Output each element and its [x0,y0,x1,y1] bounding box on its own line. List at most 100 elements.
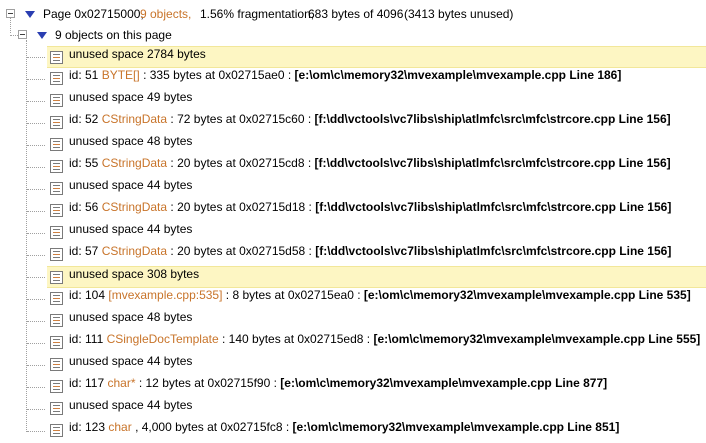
item-id: unused space 49 bytes [69,90,193,104]
tree-connector-line [27,277,45,278]
document-list-icon [50,182,63,195]
collapse-toggle-icon[interactable] [18,30,27,39]
document-list-icon [50,358,63,371]
item-id: id: 52 [69,112,99,126]
list-item[interactable]: id: 52 CStringData : 72 bytes at 0x02715… [47,112,706,134]
list-item[interactable]: id: 55 CStringData : 20 bytes at 0x02715… [47,156,706,178]
list-item-text: unused space 49 bytes [69,90,192,104]
list-item[interactable]: unused space 49 bytes [47,90,706,112]
tree-connector-line [27,167,45,168]
page-object-count: 9 objects, [140,7,192,21]
item-type: CStringData [101,156,168,170]
document-list-icon [50,271,63,284]
item-source-file: [e:\om\c\memory32\mvexample\mvexample.cp… [373,332,701,346]
document-list-icon [50,402,63,415]
group-label: 9 objects on this page [55,28,172,42]
list-item[interactable]: id: 104 [mvexample.cpp:535] : 8 bytes at… [47,288,706,310]
page-bytes: 683 bytes of 4096 [308,7,404,21]
list-item[interactable]: unused space 308 bytes [47,266,706,288]
list-item[interactable]: id: 51 BYTE[] : 335 bytes at 0x02715ae0 … [47,68,706,90]
item-type: CSingleDocTemplate [106,332,219,346]
item-type: CStringData [101,200,168,214]
tree-connector-line [27,57,45,58]
item-id: id: 57 [69,244,99,258]
list-item-text: unused space 44 bytes [69,354,192,368]
tree-connector-line [27,343,45,344]
list-item[interactable]: id: 111 CSingleDocTemplate : 140 bytes a… [47,332,706,354]
list-item-text: unused space 308 bytes [69,267,199,281]
document-list-icon [50,248,63,261]
document-list-icon [50,424,63,437]
tree-connector-line [27,233,45,234]
page-label: Page 0x02715000, [43,7,144,21]
tree-connector-line [27,189,45,190]
list-item[interactable]: unused space 44 bytes [47,354,706,376]
item-id: id: 111 [69,332,104,346]
tree-connector-line [27,365,45,366]
document-list-icon [50,336,63,349]
item-source-file: [f:\dd\vctools\vc7libs\ship\atlmfc\src\m… [314,112,671,126]
document-list-icon [50,160,63,173]
document-list-icon [50,226,63,239]
document-list-icon [50,116,63,129]
tree-connector-line [27,79,45,80]
item-source-file: [e:\om\c\memory32\mvexample\mvexample.cp… [280,376,608,390]
list-item[interactable]: id: 123 char , 4,000 bytes at 0x02715fc8… [47,420,706,442]
triangle-down-icon[interactable] [37,32,47,39]
item-source-file: [e:\om\c\memory32\mvexample\mvexample.cp… [294,68,622,82]
list-item[interactable]: unused space 44 bytes [47,178,706,200]
list-item-text: unused space 48 bytes [69,134,192,148]
item-id: id: 55 [69,156,99,170]
list-item[interactable]: unused space 44 bytes [47,222,706,244]
list-item[interactable]: unused space 48 bytes [47,310,706,332]
document-list-icon [50,380,63,393]
item-source-file: [e:\om\c\memory32\mvexample\mvexample.cp… [363,288,691,302]
triangle-down-icon[interactable] [25,11,35,18]
list-item-text: id: 55 CStringData : 20 bytes at 0x02715… [69,156,671,170]
list-item-text: unused space 44 bytes [69,222,192,236]
objects-group-node[interactable]: 9 objects on this page [0,24,706,46]
list-item[interactable]: unused space 44 bytes [47,398,706,420]
tree-connector-line [27,123,45,124]
item-type: char [108,420,132,434]
item-id: unused space 2784 bytes [69,47,206,61]
item-size: : 20 bytes at 0x02715d58 : [170,244,312,258]
page-fragmentation: 1.56% fragmentation, [200,7,315,21]
item-type: [mvexample.cpp:535] [108,288,223,302]
item-type: char* [107,376,136,390]
item-id: unused space 44 bytes [69,222,193,236]
item-type: CStringData [101,244,168,258]
list-item-text: id: 117 char* : 12 bytes at 0x02715f90 :… [69,376,607,390]
item-size: : 12 bytes at 0x02715f90 : [138,376,277,390]
list-item[interactable]: id: 57 CStringData : 20 bytes at 0x02715… [47,244,706,266]
item-id: id: 51 [69,68,99,82]
item-size: , 4,000 bytes at 0x02715fc8 : [135,420,290,434]
item-size: : 20 bytes at 0x02715d18 : [170,200,312,214]
item-size: : 140 bytes at 0x02715ed8 : [222,332,371,346]
item-size: : 20 bytes at 0x02715cd8 : [170,156,312,170]
page-unused: (3413 bytes unused) [404,7,514,21]
list-item-text: id: 52 CStringData : 72 bytes at 0x02715… [69,112,671,126]
tree-connector-line [27,321,45,322]
item-source-file: [f:\dd\vctools\vc7libs\ship\atlmfc\src\m… [315,244,672,258]
list-item[interactable]: unused space 2784 bytes [47,46,706,68]
list-item-text: unused space 48 bytes [69,310,192,324]
tree-connector-line [27,255,45,256]
document-list-icon [50,204,63,217]
tree-connector-line [27,387,45,388]
list-item[interactable]: id: 56 CStringData : 20 bytes at 0x02715… [47,200,706,222]
document-list-icon [50,314,63,327]
page-node[interactable]: Page 0x02715000, 9 objects, 1.56% fragme… [0,3,706,25]
list-item-text: id: 57 CStringData : 20 bytes at 0x02715… [69,244,671,258]
tree-connector-line [27,101,45,102]
tree-connector-line [27,431,45,432]
list-item[interactable]: unused space 48 bytes [47,134,706,156]
list-item-text: id: 104 [mvexample.cpp:535] : 8 bytes at… [69,288,691,302]
list-item[interactable]: id: 117 char* : 12 bytes at 0x02715f90 :… [47,376,706,398]
memory-page-tree: Page 0x02715000, 9 objects, 1.56% fragme… [0,0,706,443]
item-source-file: [f:\dd\vctools\vc7libs\ship\atlmfc\src\m… [314,156,671,170]
document-list-icon [50,72,63,85]
document-list-icon [50,94,63,107]
list-item-text: unused space 44 bytes [69,398,192,412]
item-id: id: 117 [69,376,105,390]
